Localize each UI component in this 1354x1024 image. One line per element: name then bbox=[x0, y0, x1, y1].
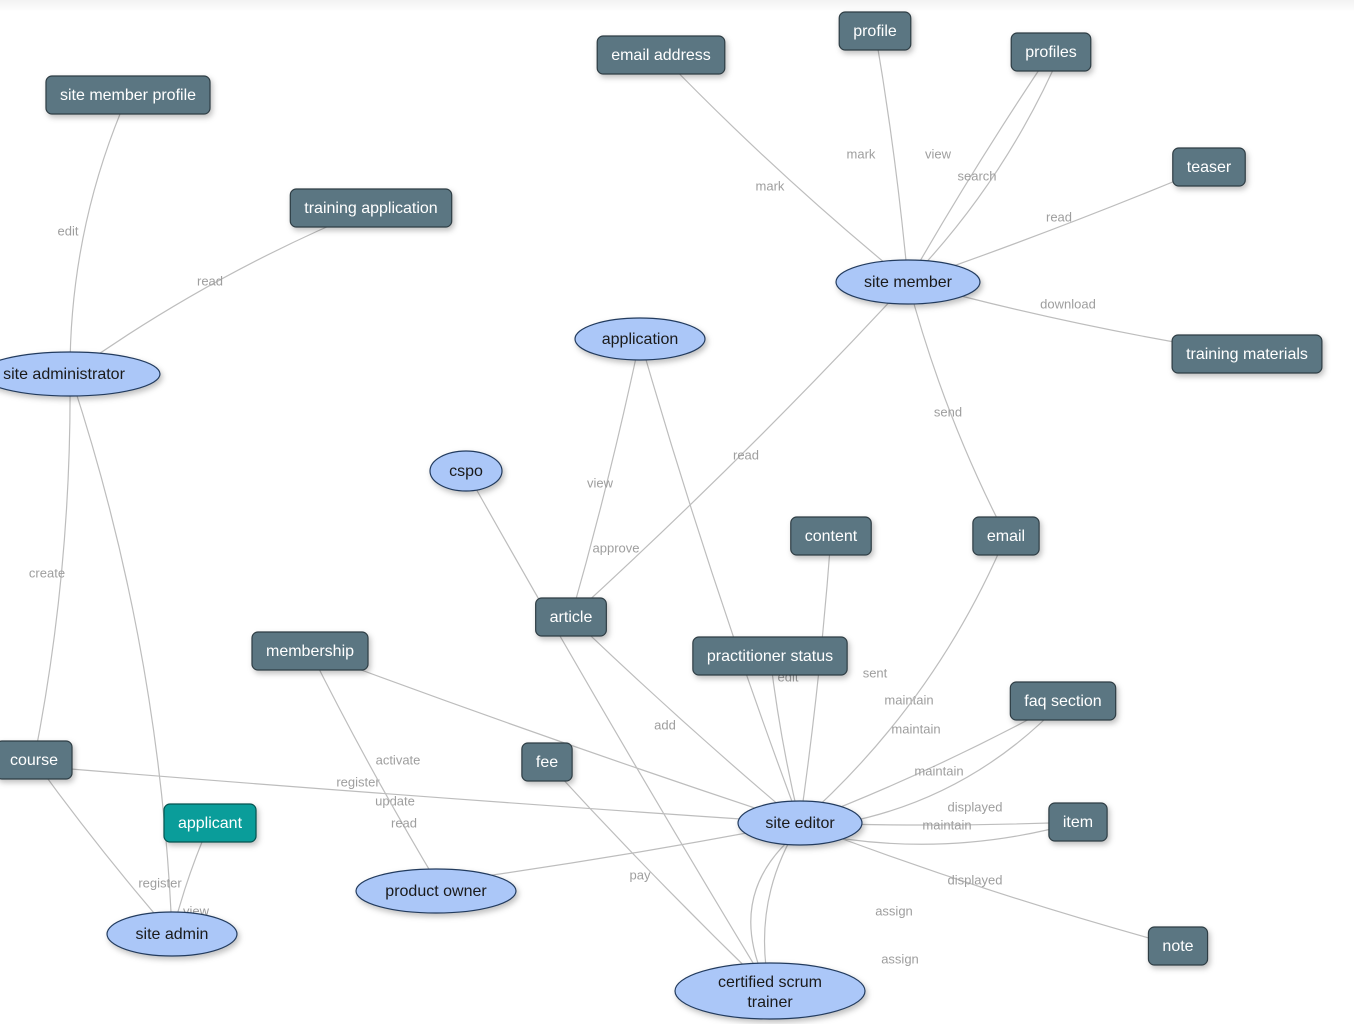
node-course[interactable]: course bbox=[0, 741, 72, 779]
graph-canvas[interactable]: edit read create mark mark view search read down… bbox=[0, 0, 1354, 1024]
edge-label-assign: assign bbox=[875, 903, 913, 918]
edge-label-send: send bbox=[934, 404, 962, 419]
node-note[interactable]: note bbox=[1148, 927, 1207, 965]
edge-label-pay: pay bbox=[630, 867, 651, 882]
edge-label-view: view bbox=[587, 475, 614, 490]
node-training-application[interactable]: training application bbox=[290, 189, 451, 227]
node-label-cspo: cspo bbox=[449, 463, 483, 480]
edge-site_admin-course bbox=[34, 760, 172, 934]
svg-text:trainer: trainer bbox=[747, 994, 793, 1011]
edge-site_administrator-site_member_profile bbox=[70, 95, 128, 374]
node-profile[interactable]: profile bbox=[839, 12, 911, 50]
node-label-note: note bbox=[1162, 938, 1193, 955]
node-article[interactable]: article bbox=[536, 598, 607, 636]
node-label-faq-section: faq section bbox=[1024, 693, 1101, 710]
edge-label-sent: sent bbox=[863, 665, 888, 680]
edge-label-search: search bbox=[957, 168, 996, 183]
node-label-email-address: email address bbox=[611, 47, 711, 64]
node-content[interactable]: content bbox=[791, 517, 871, 555]
node-label-site-admin: site admin bbox=[136, 926, 209, 943]
node-applicant[interactable]: applicant bbox=[164, 804, 256, 842]
node-site-member-profile[interactable]: site member profile bbox=[46, 76, 210, 114]
edge-label-displayed: displayed bbox=[948, 799, 1003, 814]
edge-label-create: create bbox=[29, 565, 65, 580]
node-profiles[interactable]: profiles bbox=[1011, 33, 1091, 71]
node-site-editor[interactable]: site editor bbox=[738, 801, 862, 845]
node-training-materials[interactable]: training materials bbox=[1172, 335, 1322, 373]
edge-label-maintain: maintain bbox=[914, 763, 963, 778]
edge-label-register: register bbox=[336, 774, 380, 789]
node-label-course: course bbox=[10, 752, 58, 769]
edge-label-mark: mark bbox=[756, 178, 785, 193]
node-site-admin[interactable]: site admin bbox=[107, 912, 237, 956]
edge-site_administrator-site_admin bbox=[70, 374, 172, 934]
node-label-product-owner: product owner bbox=[385, 883, 487, 900]
node-label-application: application bbox=[602, 331, 679, 348]
node-product-owner[interactable]: product owner bbox=[356, 869, 516, 913]
node-label-email: email bbox=[987, 528, 1025, 545]
edge-label-download: download bbox=[1040, 296, 1096, 311]
edge-label-mark: mark bbox=[847, 146, 876, 161]
edge-certified_scrum-fee bbox=[547, 762, 770, 991]
node-label-site-editor: site editor bbox=[765, 815, 835, 832]
node-label-certified-scrum: certified scrum bbox=[718, 974, 822, 991]
node-label-item: item bbox=[1063, 814, 1093, 831]
edge-label-activate: activate bbox=[376, 752, 421, 767]
node-label-site-member: site member bbox=[864, 274, 953, 291]
edge-site_editor-course bbox=[34, 766, 800, 823]
edge-label-read: read bbox=[391, 815, 417, 830]
node-site-administrator[interactable]: site administrator bbox=[0, 352, 160, 396]
node-email[interactable]: email bbox=[973, 517, 1039, 555]
edge-site_administrator-training_application bbox=[70, 208, 371, 374]
edge-label-read: read bbox=[197, 273, 223, 288]
edge-label-maintain: maintain bbox=[922, 817, 971, 832]
node-label-content: content bbox=[805, 528, 858, 545]
node-label-profile: profile bbox=[853, 23, 897, 40]
node-label-membership: membership bbox=[266, 643, 354, 660]
edge-site_member-profile bbox=[875, 31, 908, 282]
edge-site_member-profiles bbox=[908, 52, 1061, 282]
node-membership[interactable]: membership bbox=[252, 632, 368, 670]
node-label-site-administrator: site administrator bbox=[3, 366, 125, 383]
node-label-teaser: teaser bbox=[1187, 159, 1232, 176]
node-label-training-application: training application bbox=[304, 200, 437, 217]
node-site-member[interactable]: site member bbox=[836, 260, 980, 304]
node-label-practitioner-status: practitioner status bbox=[707, 648, 833, 665]
edge-label-edit: edit bbox=[58, 223, 79, 238]
edge-site_member-profiles bbox=[908, 52, 1051, 282]
node-label-training-materials: training materials bbox=[1186, 346, 1308, 363]
edge-label-view: view bbox=[925, 146, 952, 161]
edge-label-read: read bbox=[733, 447, 759, 462]
node-email-address[interactable]: email address bbox=[597, 36, 725, 74]
edge-application-site_editor bbox=[640, 339, 800, 823]
edge-label-read: read bbox=[1046, 209, 1072, 224]
node-fee[interactable]: fee bbox=[522, 743, 572, 781]
node-label-article: article bbox=[550, 609, 593, 626]
node-cspo[interactable]: cspo bbox=[430, 451, 502, 491]
node-label-profiles: profiles bbox=[1025, 44, 1077, 61]
edge-label-displayed: displayed bbox=[948, 872, 1003, 887]
edge-label-approve: approve bbox=[593, 540, 640, 555]
node-faq-section[interactable]: faq section bbox=[1010, 682, 1115, 720]
edge-site_member-email_address bbox=[661, 55, 908, 282]
edge-label-assign: assign bbox=[881, 951, 919, 966]
node-label-site-member-profile: site member profile bbox=[60, 87, 196, 104]
node-application[interactable]: application bbox=[575, 318, 705, 360]
node-certified-scrum[interactable]: certified scrum trainer bbox=[675, 963, 865, 1019]
node-label-fee: fee bbox=[536, 754, 558, 771]
edge-site_editor-content bbox=[800, 536, 831, 823]
node-label-applicant: applicant bbox=[178, 815, 243, 832]
edge-label-add: add bbox=[654, 717, 676, 732]
node-teaser[interactable]: teaser bbox=[1173, 148, 1245, 186]
node-item[interactable]: item bbox=[1049, 803, 1107, 841]
edge-label-maintain: maintain bbox=[891, 721, 940, 736]
edge-label-register: register bbox=[138, 875, 182, 890]
node-practitioner-status[interactable]: practitioner status bbox=[693, 637, 847, 675]
